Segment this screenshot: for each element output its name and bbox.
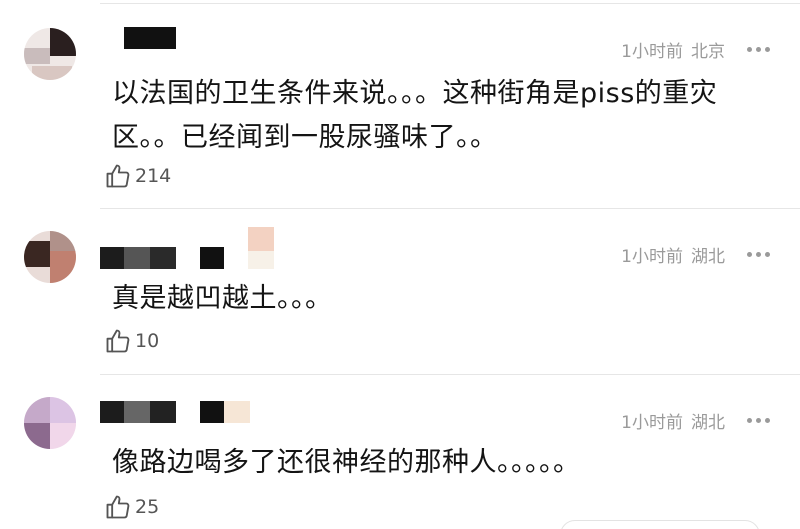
comment-location: 湖北 <box>691 247 725 267</box>
like-button[interactable]: 25 <box>104 493 159 521</box>
more-horizontal-icon[interactable] <box>747 47 770 52</box>
comment-text: 真是越凹越土。。。 <box>112 283 333 314</box>
more-horizontal-icon[interactable] <box>747 252 770 257</box>
comment-location: 北京 <box>691 42 725 62</box>
comment-item: 1小时前 湖北 像路边喝多了还很神经的那种人。。。。。 25 <box>0 375 800 529</box>
comment-feed: 1小时前 北京 以法国的卫生条件来说。。。这种街角是piss的重灾区。。已经闻到… <box>0 0 800 529</box>
avatar[interactable] <box>24 397 76 449</box>
more-horizontal-icon[interactable] <box>747 418 770 423</box>
comment-text: 以法国的卫生条件来说。。。这种街角是piss的重灾区。。已经闻到一股尿骚味了。。 <box>112 78 718 153</box>
username-redacted[interactable] <box>100 227 280 269</box>
avatar[interactable] <box>24 231 76 283</box>
comment-time: 1小时前 <box>621 413 683 433</box>
avatar[interactable] <box>24 28 76 80</box>
comment-meta: 1小时前 湖北 <box>621 408 770 433</box>
reply-input-pill[interactable] <box>560 520 760 529</box>
comment-time: 1小时前 <box>621 247 683 267</box>
like-count: 10 <box>135 330 160 352</box>
comment-meta: 1小时前 北京 <box>621 37 770 62</box>
like-count: 214 <box>135 165 172 187</box>
comment-item: 1小时前 湖北 真是越凹越土。。。 10 <box>0 209 800 374</box>
comment-text: 像路边喝多了还很神经的那种人。。。。。 <box>112 447 581 478</box>
comment-location: 湖北 <box>691 413 725 433</box>
thumbs-up-icon <box>106 495 130 519</box>
like-button[interactable]: 10 <box>104 327 159 355</box>
username-redacted[interactable] <box>100 401 260 423</box>
thumbs-up-icon <box>106 329 130 353</box>
like-count: 25 <box>135 496 160 518</box>
comment-item: 1小时前 北京 以法国的卫生条件来说。。。这种街角是piss的重灾区。。已经闻到… <box>0 0 800 208</box>
thumbs-up-icon <box>106 164 130 188</box>
like-button[interactable]: 214 <box>104 162 171 190</box>
comment-time: 1小时前 <box>621 42 683 62</box>
comment-meta: 1小时前 湖北 <box>621 242 770 267</box>
username-redacted[interactable] <box>100 27 176 49</box>
